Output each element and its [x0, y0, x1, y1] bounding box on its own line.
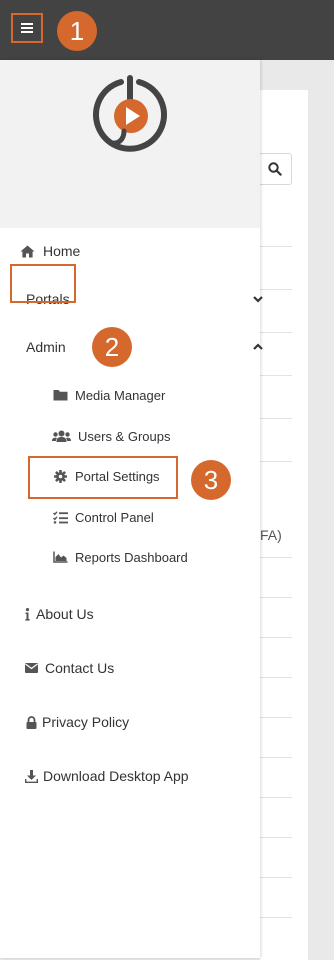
nav-drawer: Home Portals Admin Media Manager Users &…	[0, 60, 263, 958]
hamburger-icon	[21, 23, 33, 33]
table-row-divider	[260, 375, 292, 376]
table-row-divider	[260, 418, 292, 419]
nav-item-download[interactable]: Download Desktop App	[0, 758, 285, 794]
callout-badge-3: 3	[191, 460, 231, 500]
top-bar: 1	[0, 0, 334, 60]
search-icon	[267, 162, 282, 176]
list-check-icon	[52, 510, 68, 524]
sub-item-label: Reports Dashboard	[75, 549, 188, 565]
sub-item-label: Users & Groups	[78, 428, 171, 444]
sub-item-media-manager[interactable]: Media Manager	[0, 379, 312, 411]
nav-item-about[interactable]: About Us	[0, 596, 285, 632]
nav-item-label: Download Desktop App	[43, 768, 189, 784]
area-chart-icon	[52, 551, 68, 563]
lock-icon	[26, 715, 37, 729]
nav-item-admin[interactable]: Admin	[0, 329, 286, 365]
nav-item-label: Admin	[26, 339, 66, 355]
nav-item-label: About Us	[36, 606, 94, 622]
nav-item-label: Contact Us	[45, 660, 115, 676]
users-icon	[52, 430, 71, 442]
search-button[interactable]	[258, 153, 292, 185]
nav-item-label: Home	[43, 243, 81, 259]
download-icon	[25, 769, 38, 783]
table-row-divider	[260, 797, 292, 798]
folder-icon	[52, 389, 68, 401]
home-icon	[20, 245, 35, 258]
menu-button[interactable]	[11, 13, 43, 43]
table-row-divider	[260, 837, 292, 838]
envelope-icon	[25, 663, 38, 673]
sub-item-reports-dashboard[interactable]: Reports Dashboard	[0, 541, 312, 573]
sub-item-label: Media Manager	[75, 387, 166, 403]
sub-item-label: Control Panel	[75, 509, 154, 525]
nav-item-label: Privacy Policy	[42, 714, 130, 730]
app-logo	[93, 75, 167, 152]
callout-badge-2: 2	[92, 327, 132, 367]
callout-badge-1: 1	[57, 11, 97, 51]
chevron-down-icon	[253, 296, 263, 303]
portal-settings-highlight-box	[28, 456, 178, 499]
sub-item-control-panel[interactable]: Control Panel	[0, 501, 312, 533]
table-row-divider	[260, 637, 292, 638]
table-row-divider	[260, 877, 292, 878]
logo-area	[0, 60, 260, 228]
chevron-up-icon	[253, 343, 263, 350]
sub-item-users-groups[interactable]: Users & Groups	[0, 420, 312, 452]
nav-item-privacy[interactable]: Privacy Policy	[0, 704, 286, 740]
table-row-divider	[260, 917, 292, 918]
admin-highlight-box	[10, 264, 76, 303]
nav-item-contact[interactable]: Contact Us	[0, 650, 285, 686]
info-icon	[25, 607, 30, 621]
